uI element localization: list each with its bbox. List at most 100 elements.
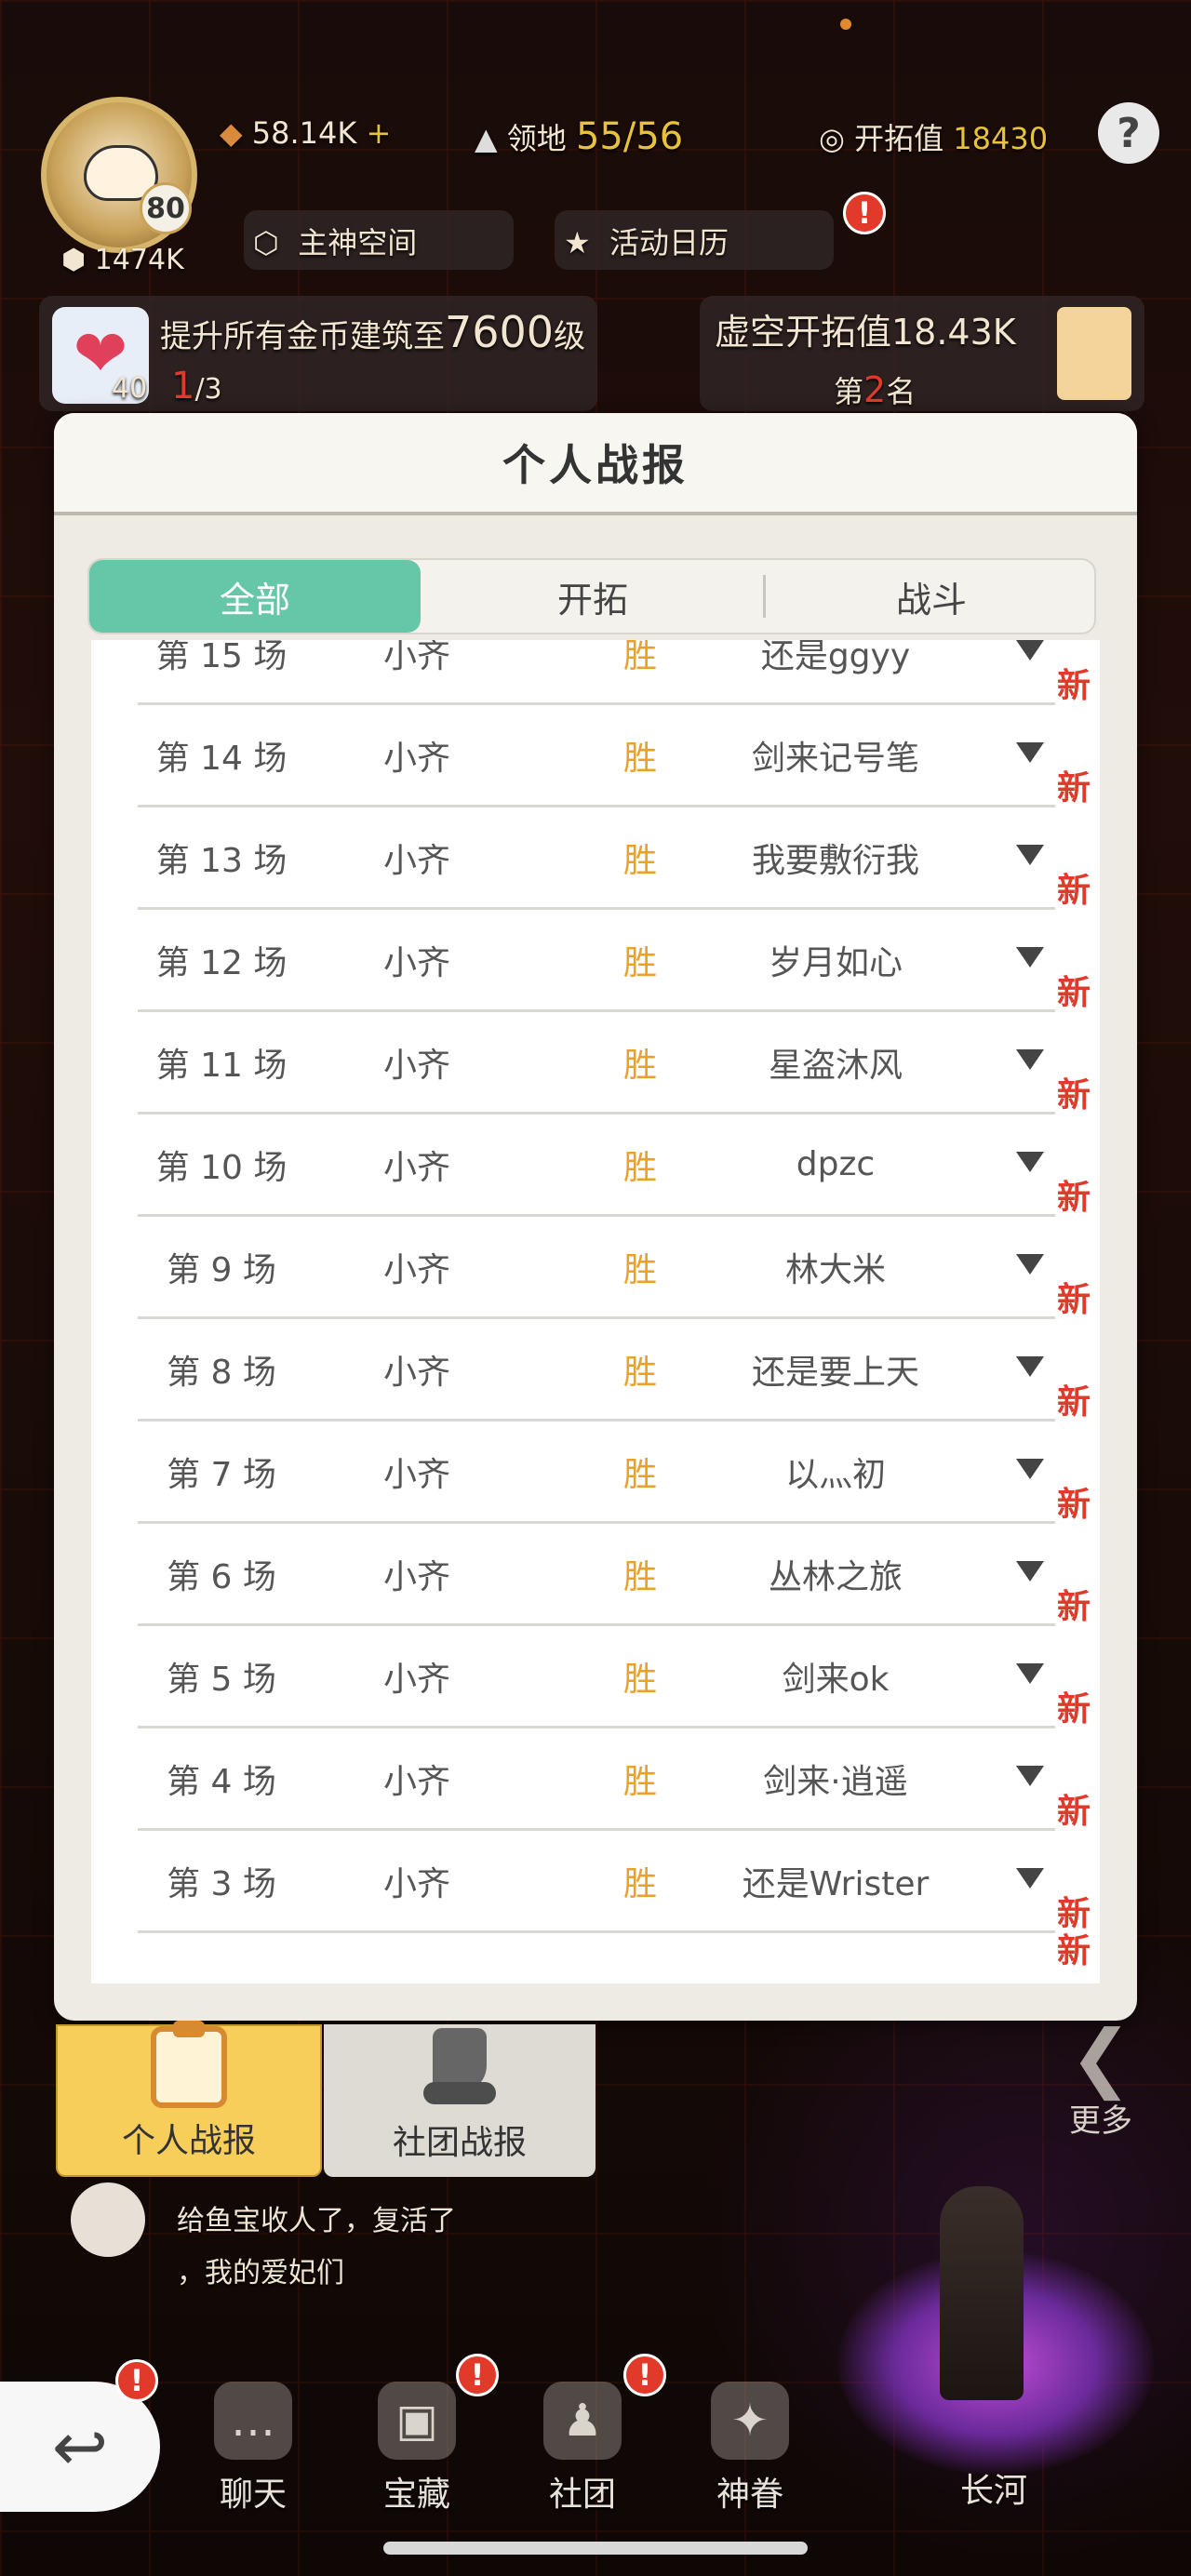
expand-arrow-icon[interactable] (1016, 947, 1044, 968)
battle-player: 小齐 (382, 640, 450, 675)
battle-row[interactable]: 第 14 场 小齐 胜 剑来记号笔新 (91, 705, 1100, 808)
quest-text-prefix: 提升所有金币建筑至 (160, 318, 445, 355)
help-icon[interactable]: ? (1098, 102, 1159, 164)
battle-result: 胜 (622, 1353, 657, 1392)
battle-opponent: 丛林之旅 (768, 1557, 903, 1596)
new-tag: 新 (1056, 1179, 1091, 1217)
tab-battle[interactable]: 战斗 (767, 560, 1096, 633)
more-button[interactable]: ❮ 更多 (1059, 2021, 1143, 2141)
battle-player: 小齐 (382, 1557, 450, 1596)
battle-player: 小齐 (382, 1455, 450, 1494)
battle-row[interactable]: 第 13 场 小齐 胜 我要敷衍我新 (91, 808, 1100, 910)
expand-arrow-icon[interactable] (1016, 1254, 1044, 1275)
quest-progress: 1/3 (171, 365, 222, 407)
nav-guild[interactable]: ♟ 社团 (517, 2382, 648, 2521)
battle-list[interactable]: 第 15 场小齐胜还是ggyy 新 第 14 场小齐胜剑来记号笔新 第 13 场小… (91, 640, 1100, 1983)
add-gold-icon[interactable]: + (367, 115, 392, 151)
battle-row[interactable]: 第 12 场 小齐 胜 岁月如心新 (91, 910, 1100, 1012)
battle-row[interactable]: 第 15 场 小齐 胜 还是ggyy 新 (91, 640, 1100, 705)
cube-icon: ⬡ (253, 225, 279, 260)
tab-all[interactable]: 全部 (89, 560, 421, 633)
chat-message[interactable]: 给鱼宝收人了，复活了 ，我的爱妃们 (177, 2196, 540, 2300)
more-label: 更多 (1069, 2102, 1132, 2140)
battle-player: 小齐 (382, 1250, 450, 1289)
battle-opponent: 星盗沐风 (768, 1046, 903, 1085)
battle-row[interactable]: 第 5 场 小齐 胜 剑来ok 新 (91, 1626, 1100, 1728)
battle-row[interactable]: 第 9 场 小齐 胜 林大米新 (91, 1217, 1100, 1319)
character-figure (940, 2186, 1024, 2400)
home-indicator[interactable] (383, 2542, 808, 2555)
expand-arrow-icon[interactable] (1016, 640, 1044, 661)
battle-player: 小齐 (382, 841, 450, 880)
nav-chat[interactable]: … 聊天 (188, 2382, 318, 2521)
battle-opponent: 林大米 (784, 1250, 886, 1289)
battle-opponent: dpzc (796, 1145, 876, 1183)
battle-number: 第 8 场 (167, 1353, 276, 1392)
expand-arrow-icon[interactable] (1016, 845, 1044, 865)
guild-alert-badge: ! (623, 2354, 666, 2396)
expand-arrow-icon[interactable] (1016, 1868, 1044, 1889)
battle-player: 小齐 (382, 1762, 450, 1801)
quest-progress-total: /3 (194, 373, 222, 406)
battle-row[interactable]: 第 8 场 小齐 胜 还是要上天新 (91, 1319, 1100, 1421)
battle-row[interactable]: 第 6 场 小齐 胜 丛林之旅新 (91, 1524, 1100, 1626)
battle-number: 第 13 场 (155, 841, 288, 880)
expand-arrow-icon[interactable] (1016, 1766, 1044, 1786)
expand-arrow-icon[interactable] (1016, 1049, 1044, 1070)
battle-number: 第 6 场 (167, 1557, 276, 1596)
expand-arrow-icon[interactable] (1016, 1459, 1044, 1479)
battle-opponent: 剑来·逍遥 (763, 1762, 908, 1801)
new-tag: 新 (1056, 872, 1091, 910)
battle-player: 小齐 (382, 739, 450, 778)
exploration-resource[interactable]: ◎ 开拓值 18430 (819, 115, 1048, 158)
personal-report-tab[interactable]: 个人战报 (56, 2021, 322, 2177)
quest-level: 40 (112, 372, 148, 405)
battle-opponent: 以灬初 (784, 1455, 886, 1494)
tab-explore[interactable]: 开拓 (424, 560, 761, 633)
expand-arrow-icon[interactable] (1016, 742, 1044, 763)
exploration-label: 开拓值 (854, 121, 944, 156)
battle-player: 小齐 (382, 943, 450, 982)
nav-divine-favor[interactable]: ✦ 神眷 (685, 2382, 815, 2521)
quest-text: 提升所有金币建筑至7600级 (160, 307, 585, 357)
nav-treasure-label: 宝藏 (382, 2476, 450, 2514)
nav-divine-favor-label: 神眷 (716, 2476, 783, 2514)
new-tag: 新 (1056, 1588, 1091, 1626)
nav-treasure[interactable]: ▣ 宝藏 (352, 2382, 482, 2521)
new-tag: 新 (1056, 1383, 1091, 1421)
expand-arrow-icon[interactable] (1016, 1152, 1044, 1172)
nav-chat-label: 聊天 (219, 2476, 287, 2514)
personal-report-label: 个人战报 (121, 2122, 256, 2160)
battle-row[interactable]: 第 3 场小齐胜还是Wrister 新 (91, 1831, 1100, 1933)
expand-arrow-icon[interactable] (1016, 1663, 1044, 1684)
chat-line-1: 给鱼宝收人了，复活了 (177, 2205, 456, 2237)
chat-icon: … (214, 2382, 292, 2460)
activity-calendar-label: 活动日历 (609, 225, 729, 260)
territory-resource[interactable]: ▲ 领地 55/56 (475, 115, 683, 158)
battle-row[interactable]: 第 4 场 小齐 胜 剑来·逍遥新 (91, 1728, 1100, 1831)
battle-result: 胜 (622, 1046, 657, 1085)
combat-power: ⬢ 1474K (61, 244, 184, 276)
new-tag: 新 (1056, 667, 1091, 705)
battle-result: 胜 (622, 739, 657, 778)
nav-long-river[interactable]: 长河 (929, 2456, 1059, 2576)
nav-guild-label: 社团 (548, 2476, 616, 2514)
new-tag: 新 (1056, 1486, 1091, 1524)
battle-result: 胜 (622, 943, 657, 982)
new-tag: 新 (1056, 1076, 1091, 1114)
battle-result: 胜 (622, 1148, 657, 1187)
diamond-icon: ◆ (220, 115, 243, 151)
battle-player: 小齐 (382, 1148, 450, 1187)
battle-row[interactable]: 第 11 场 小齐 胜 星盗沐风新 (91, 1012, 1100, 1114)
battle-row[interactable]: 第 10 场 小齐 胜 dpzc 新 (91, 1114, 1100, 1217)
battle-number: 第 3 场 (167, 1864, 276, 1903)
battle-row[interactable]: 第 7 场 小齐 胜 以灬初新 (91, 1421, 1100, 1524)
guild-report-tab[interactable]: 社团战报 (324, 2024, 596, 2177)
back-alert-badge: ! (115, 2359, 158, 2402)
expand-arrow-icon[interactable] (1016, 1356, 1044, 1377)
battle-row[interactable]: 新 (91, 1932, 1100, 1983)
battle-result: 胜 (622, 1557, 657, 1596)
camera-indicator-dot (840, 19, 851, 30)
battle-opponent: 还是Wrister (742, 1864, 930, 1903)
expand-arrow-icon[interactable] (1016, 1561, 1044, 1582)
